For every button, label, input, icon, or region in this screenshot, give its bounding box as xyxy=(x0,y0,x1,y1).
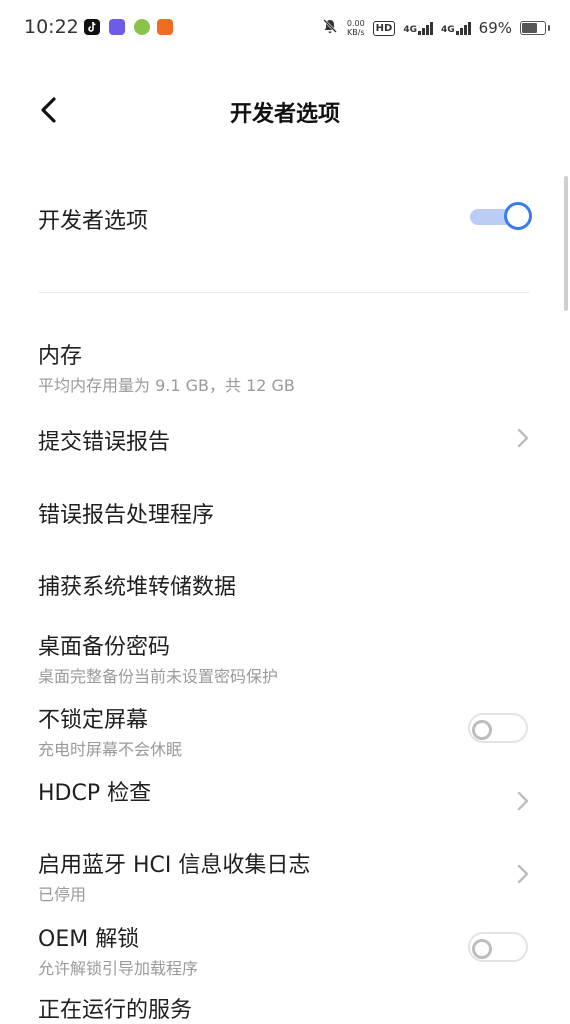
bug-report-title: 提交错误报告 xyxy=(38,430,171,455)
net-speed: 0.00 KB/s xyxy=(346,19,365,37)
app-purple-icon xyxy=(109,19,125,35)
memory-subtitle: 平均内存用量为 9.1 GB，共 12 GB xyxy=(38,376,295,395)
app-orange-icon xyxy=(157,19,173,35)
bug-report-handler-title: 错误报告处理程序 xyxy=(38,503,215,528)
oem-unlock-toggle[interactable] xyxy=(466,930,530,964)
heap-dump-title: 捕获系统堆转储数据 xyxy=(38,575,237,600)
status-indicators: 0.00 KB/s HD 4G 4G 69% xyxy=(321,17,550,39)
scrollbar[interactable] xyxy=(564,176,568,311)
battery-icon xyxy=(520,21,550,35)
memory-title: 内存 xyxy=(38,344,83,369)
oem-unlock-title: OEM 解锁 xyxy=(38,927,140,952)
bluetooth-hci-log-title: 启用蓝牙 HCI 信息收集日志 xyxy=(38,853,311,878)
status-time: 10:22 xyxy=(24,16,79,38)
backup-password-subtitle: 桌面完整备份当前未设置密码保护 xyxy=(38,667,279,686)
signal-2: 4G xyxy=(441,21,471,35)
divider xyxy=(38,292,530,293)
stay-awake-title: 不锁定屏幕 xyxy=(38,708,149,733)
hdcp-check-title: HDCP 检查 xyxy=(38,781,152,806)
running-services-title: 正在运行的服务 xyxy=(38,998,193,1023)
signal-bars-icon xyxy=(455,21,471,35)
battery-percent: 69% xyxy=(478,19,512,37)
developer-options-toggle[interactable] xyxy=(468,200,532,234)
hd-badge: HD xyxy=(372,20,396,36)
backup-password-title: 桌面备份密码 xyxy=(38,635,171,660)
developer-options-label: 开发者选项 xyxy=(38,209,149,234)
app-green-icon xyxy=(134,19,150,35)
chevron-right-icon[interactable] xyxy=(516,790,530,812)
signal-bars-icon xyxy=(418,21,433,35)
tiktok-icon xyxy=(84,19,100,35)
signal-1: 4G xyxy=(403,21,433,35)
mute-bell-icon xyxy=(321,17,339,39)
stay-awake-toggle[interactable] xyxy=(466,711,530,745)
page-title: 开发者选项 xyxy=(229,102,340,127)
chevron-right-icon[interactable] xyxy=(516,427,530,449)
chevron-right-icon[interactable] xyxy=(516,863,530,885)
stay-awake-subtitle: 充电时屏幕不会休眠 xyxy=(38,740,183,759)
bluetooth-hci-log-subtitle: 已停用 xyxy=(38,885,87,904)
oem-unlock-subtitle: 允许解锁引导加载程序 xyxy=(38,959,199,978)
status-bar: 10:22 0.00 KB/s HD 4G 4G 69% xyxy=(0,0,570,56)
